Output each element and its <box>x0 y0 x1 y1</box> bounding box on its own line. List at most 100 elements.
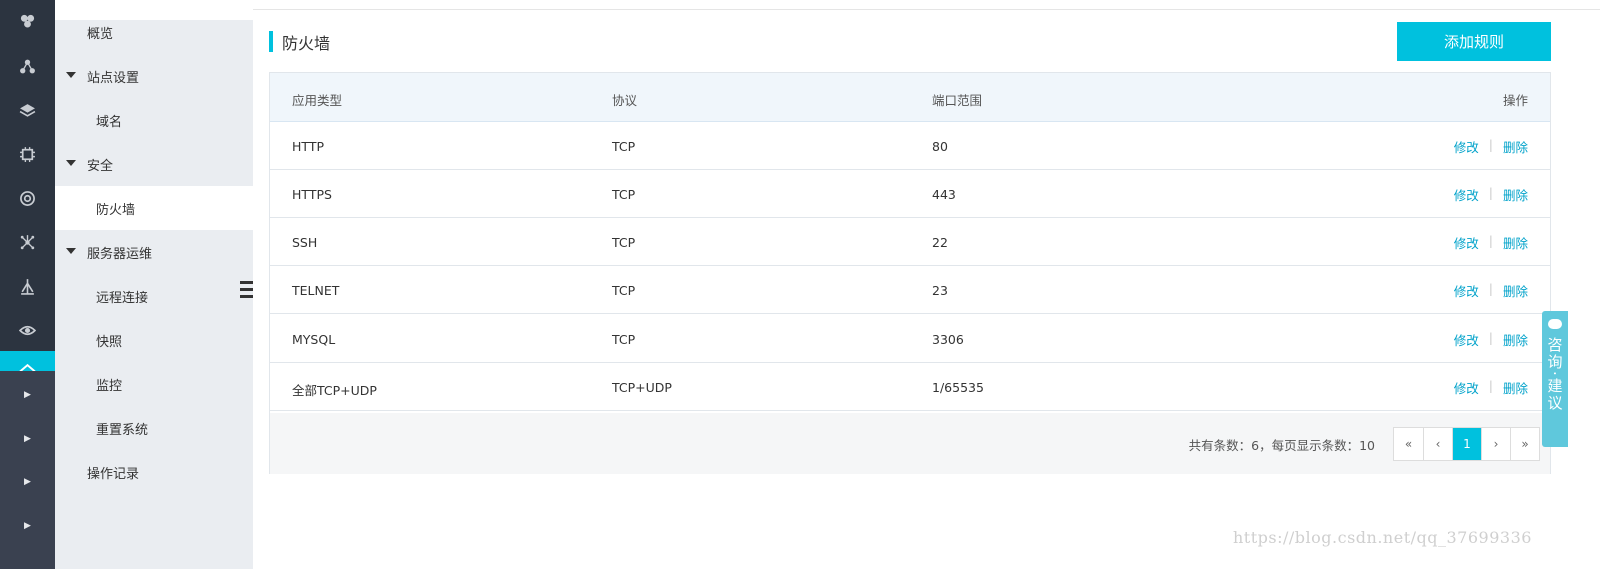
sidebar-item-label: 重置系统 <box>96 422 149 438</box>
home-icon <box>19 363 36 371</box>
prev-page-button[interactable]: ‹ <box>1423 428 1452 460</box>
edit-link[interactable]: 修改 <box>1454 185 1479 204</box>
sidebar-item-label: 远程连接 <box>96 290 149 306</box>
caret-right-icon[interactable]: ▶ <box>0 460 55 504</box>
action-separator: | <box>1488 233 1493 248</box>
rail-lower-section: ▶ ▶ ▶ ▶ <box>0 371 55 569</box>
page-button-current[interactable]: 1 <box>1452 428 1481 460</box>
column-header-port-range: 端口范围 <box>932 93 983 108</box>
rail-item-active[interactable] <box>0 351 55 371</box>
firewall-table: 应用类型 协议 端口范围 操作 HTTP TCP 80 修改 | 删除 HTTPS … <box>269 72 1551 474</box>
cell-protocol: TCP <box>612 283 636 298</box>
sidebar-item-operation-log[interactable]: 操作记录 <box>55 450 253 494</box>
sidebar-item-reset-system[interactable]: 重置系统 <box>55 406 253 450</box>
row-actions: 修改 | 删除 <box>1454 281 1528 300</box>
eye-icon[interactable] <box>0 308 55 352</box>
sidebar-item-label: 概览 <box>87 26 114 42</box>
row-actions: 修改 | 删除 <box>1454 137 1528 156</box>
edit-link[interactable]: 修改 <box>1454 281 1479 300</box>
layers-icon[interactable] <box>0 88 55 132</box>
delete-link[interactable]: 删除 <box>1503 137 1528 156</box>
page-title: 防火墙 <box>282 34 331 53</box>
sidebar-group-site-settings[interactable]: 站点设置 <box>55 54 253 98</box>
caret-down-icon <box>66 248 76 254</box>
pagination-info: 共有条数：6，每页显示条数：10 <box>1188 438 1375 453</box>
cell-app-type: HTTP <box>292 139 324 154</box>
sidebar-item-overview[interactable]: 概览 <box>55 10 253 54</box>
network-icon[interactable] <box>0 44 55 88</box>
table-row: HTTP TCP 80 修改 | 删除 <box>270 122 1550 170</box>
sidebar-item-remote-connect[interactable]: 远程连接 <box>55 274 253 318</box>
first-page-button[interactable]: « <box>1394 428 1423 460</box>
cell-app-type: HTTPS <box>292 187 332 202</box>
sidebar-item-snapshot[interactable]: 快照 <box>55 318 253 362</box>
sidebar-group-security[interactable]: 安全 <box>55 142 253 186</box>
next-page-button[interactable]: › <box>1481 428 1510 460</box>
cell-port: 23 <box>932 283 948 298</box>
cell-port: 443 <box>932 187 956 202</box>
cell-port: 1/65535 <box>932 380 984 395</box>
column-header-app-type: 应用类型 <box>292 93 343 108</box>
eye-ring-icon[interactable] <box>0 176 55 220</box>
chip-icon[interactable] <box>0 132 55 176</box>
title-accent-bar <box>269 31 273 52</box>
sidebar-item-label: 站点设置 <box>87 70 140 86</box>
delete-link[interactable]: 删除 <box>1503 330 1528 349</box>
delete-link[interactable]: 删除 <box>1503 185 1528 204</box>
cell-app-type: SSH <box>292 235 318 250</box>
sidebar-item-label: 安全 <box>87 158 114 174</box>
table-row: TELNET TCP 23 修改 | 删除 <box>270 266 1550 314</box>
sidebar-item-label: 监控 <box>96 378 123 394</box>
cell-port: 80 <box>932 139 948 154</box>
action-separator: | <box>1488 281 1493 296</box>
cell-protocol: TCP <box>612 187 636 202</box>
edit-link[interactable]: 修改 <box>1454 233 1479 252</box>
sidebar-item-label: 快照 <box>96 334 123 350</box>
caret-right-icon[interactable]: ▶ <box>0 417 55 461</box>
edit-link[interactable]: 修改 <box>1454 330 1479 349</box>
edit-link[interactable]: 修改 <box>1454 137 1479 156</box>
add-rule-button[interactable]: 添加规则 <box>1397 22 1551 61</box>
action-separator: | <box>1488 137 1493 152</box>
sidebar-item-domain[interactable]: 域名 <box>55 98 253 142</box>
sidebar-item-label: 服务器运维 <box>87 246 153 262</box>
molecule-icon[interactable] <box>0 220 55 264</box>
cluster-icon[interactable] <box>0 0 55 42</box>
edit-link[interactable]: 修改 <box>1454 378 1479 397</box>
sidebar: 概览 站点设置 域名 安全 防火墙 服务器运维 远程连接 快照 监控 重置系统 … <box>55 0 253 569</box>
delete-link[interactable]: 删除 <box>1503 233 1528 252</box>
chat-icon <box>1548 319 1562 329</box>
pagination: « ‹ 1 › » <box>1393 427 1540 461</box>
top-divider <box>253 9 1600 10</box>
consult-label: 咨询·建议 <box>1545 337 1564 412</box>
branch-icon[interactable] <box>0 264 55 308</box>
cell-port: 3306 <box>932 332 964 347</box>
caret-right-icon[interactable]: ▶ <box>0 504 55 548</box>
row-actions: 修改 | 删除 <box>1454 378 1528 397</box>
table-header: 应用类型 协议 端口范围 操作 <box>270 73 1550 122</box>
collapse-menu-icon[interactable] <box>240 281 253 298</box>
caret-right-icon[interactable]: ▶ <box>0 373 55 417</box>
consult-feedback-tab[interactable]: 咨询·建议 <box>1542 311 1568 447</box>
last-page-button[interactable]: » <box>1510 428 1539 460</box>
caret-down-icon <box>66 72 76 78</box>
cell-app-type: TELNET <box>292 283 340 298</box>
sidebar-item-label: 操作记录 <box>87 466 140 482</box>
cell-protocol: TCP <box>612 139 636 154</box>
sidebar-group-server-ops[interactable]: 服务器运维 <box>55 230 253 274</box>
sidebar-item-label: 防火墙 <box>96 202 136 218</box>
delete-link[interactable]: 删除 <box>1503 378 1528 397</box>
cell-app-type: MYSQL <box>292 332 336 347</box>
table-row: HTTPS TCP 443 修改 | 删除 <box>270 170 1550 218</box>
sidebar-item-monitor[interactable]: 监控 <box>55 362 253 406</box>
caret-down-icon <box>66 160 76 166</box>
cell-app-type: 全部TCP+UDP <box>292 383 377 398</box>
sidebar-item-firewall[interactable]: 防火墙 <box>55 186 253 230</box>
cell-port: 22 <box>932 235 948 250</box>
cell-protocol: TCP+UDP <box>612 380 672 395</box>
sidebar-item-label: 域名 <box>96 114 123 130</box>
column-header-actions: 操作 <box>1502 93 1528 108</box>
cell-protocol: TCP <box>612 235 636 250</box>
delete-link[interactable]: 删除 <box>1503 281 1528 300</box>
action-separator: | <box>1488 330 1493 345</box>
